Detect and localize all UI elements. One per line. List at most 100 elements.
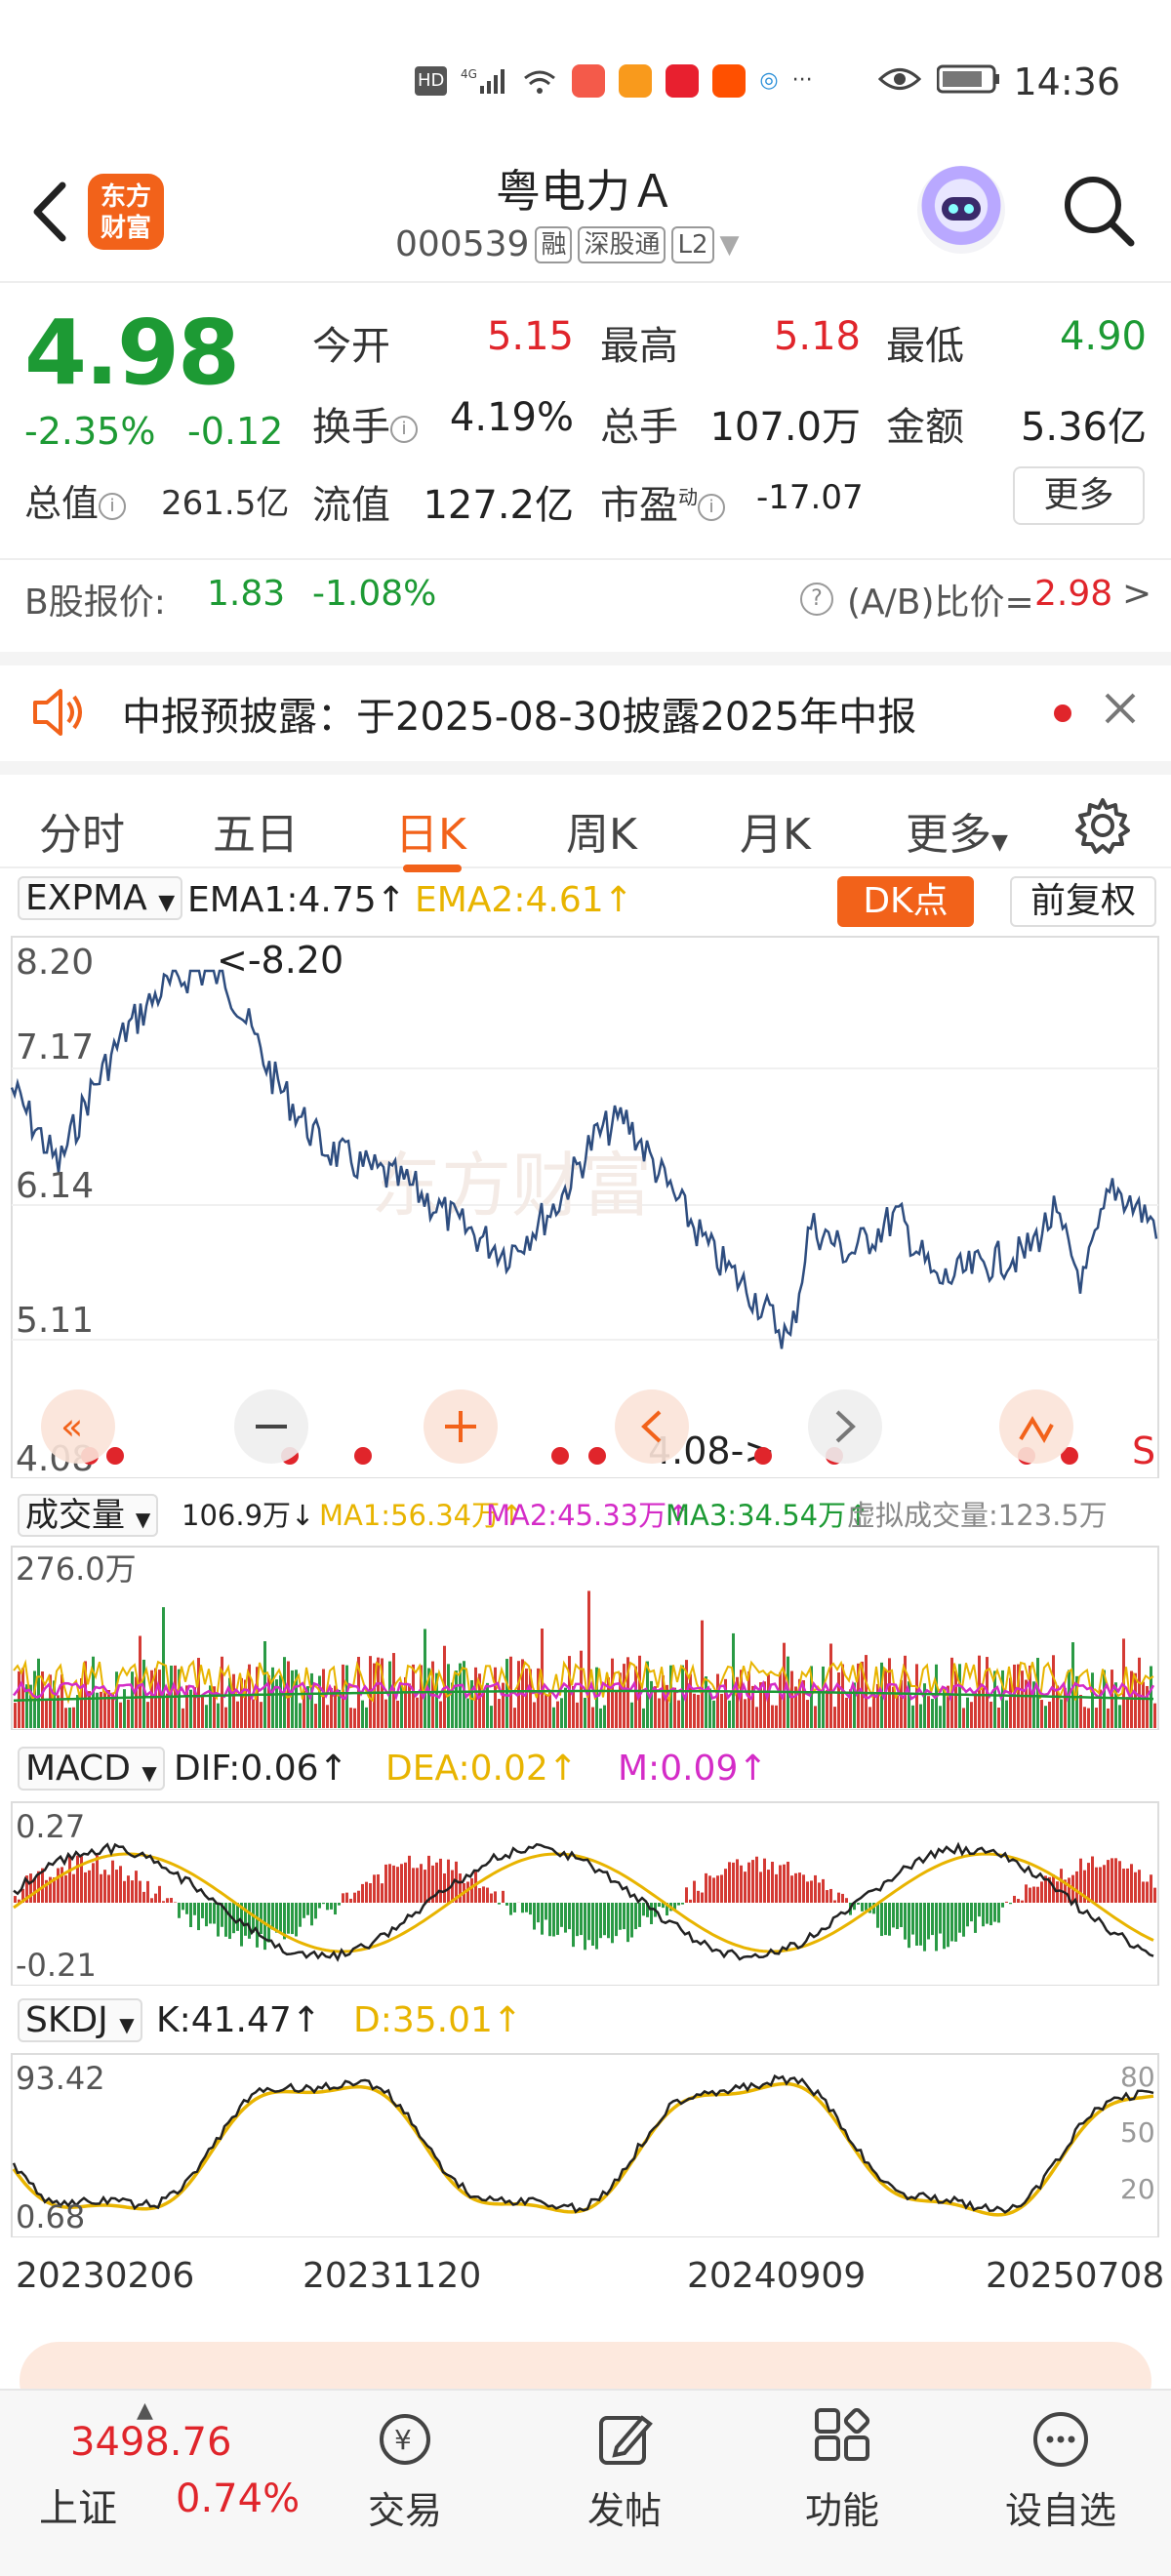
search-icon[interactable] (1059, 171, 1137, 249)
volume-bar (923, 1683, 926, 1728)
kline-chart[interactable]: 东方财富 8.20 7.17 6.14 5.11 4.08 <-8.20 4.0… (0, 932, 1171, 1478)
macd-chart[interactable]: 0.27 -0.21 (0, 1800, 1171, 1986)
zoom-in-button[interactable] (424, 1389, 498, 1464)
macd-bar (299, 1903, 302, 1927)
macd-bar (416, 1868, 419, 1903)
macd-bar (779, 1865, 782, 1903)
tab-intraday[interactable]: 分时 (39, 799, 125, 862)
volume-bar (513, 1708, 516, 1728)
volume-bar (166, 1693, 169, 1728)
macd-bar (927, 1903, 930, 1940)
volume-bar (790, 1670, 793, 1728)
macd-bar (486, 1887, 489, 1903)
volume-bar (978, 1655, 981, 1728)
skdj-k: K:41.47↑ (156, 2000, 321, 2040)
volume-bar (279, 1674, 282, 1728)
tab-monthly-k[interactable]: 月K (740, 799, 811, 862)
index-value[interactable]: 3498.76 (70, 2420, 231, 2465)
macd-bar (697, 1890, 700, 1903)
info-icon[interactable]: i (698, 494, 725, 521)
b-share-row[interactable]: B股报价: 1.83 -1.08% ? (A/B)比价= 2.98 > (0, 574, 1171, 642)
volume-bar (45, 1699, 48, 1728)
macd-bar (587, 1903, 590, 1941)
zoom-out-button[interactable] (234, 1389, 308, 1464)
macd-bar (322, 1903, 325, 1905)
macd-bar (642, 1903, 645, 1916)
macd-bar (993, 1903, 996, 1922)
indicator-select-volume[interactable]: 成交量 ▼ (18, 1488, 159, 1537)
trade-icon: ¥ (374, 2408, 436, 2471)
tab-daily-k[interactable]: 日K (395, 799, 466, 862)
macd-bar (135, 1871, 138, 1903)
indicator-select-skdj[interactable]: SKDJ ▼ (18, 1998, 142, 2042)
macd-bar (330, 1903, 333, 1910)
indicator-select-expma[interactable]: EXPMA ▼ (18, 876, 183, 920)
volume-bar (591, 1707, 594, 1728)
volume-bar (72, 1707, 75, 1728)
index-change[interactable]: 0.74% (176, 2476, 300, 2521)
macd-bar (88, 1870, 91, 1903)
macd-bar (1029, 1887, 1031, 1903)
macd-bar (915, 1903, 918, 1946)
volume-chart[interactable]: 276.0万 (0, 1545, 1171, 1730)
step-right-button[interactable] (808, 1389, 882, 1464)
macd-bar (189, 1903, 192, 1927)
macd-bar (837, 1892, 840, 1903)
macd-bar (861, 1903, 864, 1912)
macd-bar (822, 1878, 825, 1903)
macd-bar (470, 1877, 473, 1903)
macd-bar (638, 1903, 641, 1927)
scroll-left-button[interactable]: « (41, 1389, 115, 1464)
clock: 14:36 (1013, 60, 1120, 103)
volume-bar (822, 1666, 825, 1728)
macd-bar (443, 1872, 446, 1903)
volume-bar (68, 1708, 71, 1728)
help-icon[interactable]: ? (800, 578, 833, 618)
nav-post[interactable]: 发帖 (551, 2400, 698, 2534)
assistant-avatar-icon[interactable] (917, 166, 1005, 254)
nav-add-watchlist[interactable]: 设自选 (988, 2400, 1134, 2534)
stock-code: 000539 (395, 224, 530, 264)
tab-more[interactable]: 更多▼ (906, 799, 1008, 862)
volume-bar (697, 1694, 700, 1728)
macd-bar (989, 1903, 992, 1926)
macd-bar (908, 1903, 910, 1949)
skdj-chart[interactable]: 93.42 0.68 80 50 20 (0, 2052, 1171, 2237)
announcement-bar[interactable]: 中报预披露：于2025-08-30披露2025年中报 (0, 652, 1171, 749)
volume-bar (673, 1687, 676, 1728)
volume-bar (931, 1699, 934, 1728)
adjust-button[interactable]: 前复权 (1010, 876, 1156, 927)
settings-gear-icon[interactable] (1073, 796, 1132, 859)
tab-weekly-k[interactable]: 周K (566, 799, 637, 862)
change-pct: -2.35% (24, 410, 156, 453)
volume-bar (845, 1697, 848, 1728)
step-left-button[interactable] (615, 1389, 689, 1464)
taobao-app-icon (712, 64, 747, 98)
stock-code-row[interactable]: 000539 融 深股通 L2 ▼ (395, 224, 740, 264)
macd-bar (630, 1903, 633, 1938)
skdj-k-text: K:41.47 (156, 2000, 292, 2040)
signal-dot (551, 1447, 569, 1465)
macd-bar (193, 1903, 196, 1915)
close-icon[interactable] (1101, 689, 1140, 732)
macd-bar (954, 1903, 957, 1942)
indicator-select-macd[interactable]: MACD ▼ (18, 1747, 165, 1791)
volume-bar (1040, 1700, 1043, 1728)
macd-bar (178, 1903, 181, 1918)
volume-bar (548, 1692, 551, 1728)
dk-point-button[interactable]: DK点 (837, 876, 974, 927)
nav-trade[interactable]: ¥ 交易 (332, 2400, 478, 2534)
volume-bar (927, 1696, 930, 1728)
volume-bar (630, 1702, 633, 1728)
scroll-right-button[interactable] (999, 1389, 1073, 1464)
info-icon[interactable]: i (99, 492, 127, 520)
macd-bar (970, 1903, 973, 1922)
tab-five-day[interactable]: 五日 (213, 799, 299, 862)
macd-bar (974, 1903, 977, 1933)
nav-functions[interactable]: 功能 (769, 2400, 915, 2534)
more-button[interactable]: 更多 (1013, 466, 1145, 525)
info-icon[interactable]: i (390, 416, 418, 443)
volume-bar (466, 1698, 469, 1728)
macd-bar (611, 1903, 614, 1944)
index-name[interactable]: 上证 (39, 2476, 117, 2533)
